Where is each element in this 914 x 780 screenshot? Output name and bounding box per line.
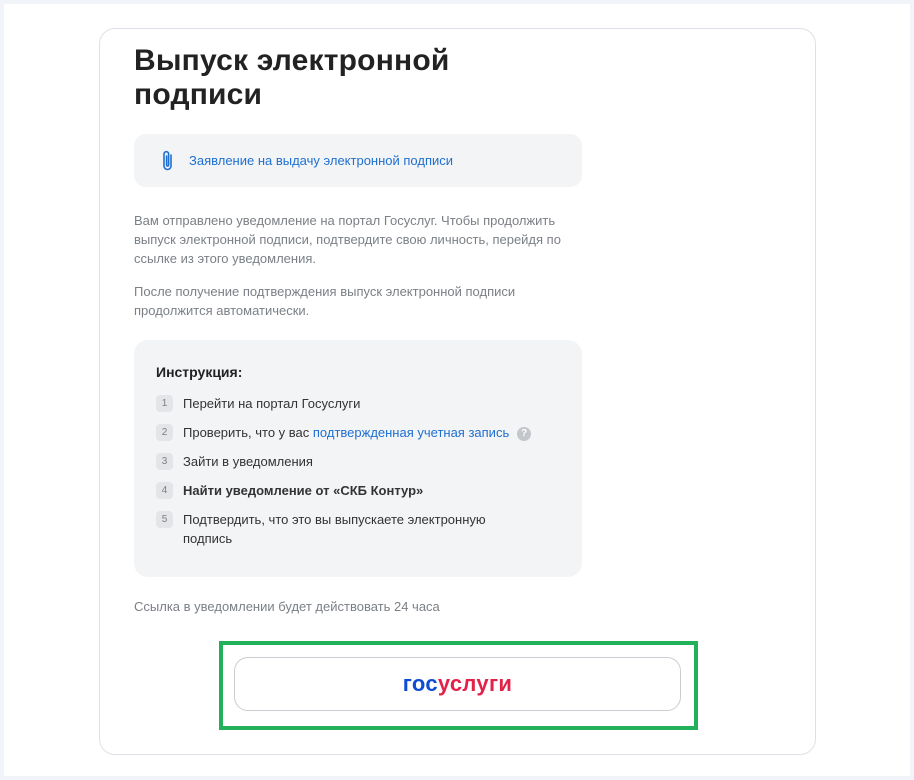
notification-text: Вам отправлено уведомление на портал Гос…: [134, 213, 561, 266]
content: Выпуск электронной подписи Заявление на …: [134, 44, 582, 614]
help-icon[interactable]: ?: [517, 427, 532, 441]
instructions-panel: Инструкция: 1 Перейти на портал Госуслуг…: [134, 340, 582, 577]
step-text: Найти уведомление от «СКБ Контур»: [183, 483, 424, 498]
instruction-step: 3 Зайти в уведомления: [156, 452, 560, 471]
step-text: Проверить, что у вас подтвержденная учет…: [183, 423, 532, 442]
instruction-step: 2 Проверить, что у вас подтвержденная уч…: [156, 423, 560, 442]
confirmation-text: После получение подтверждения выпуск эле…: [134, 284, 516, 318]
verified-account-link[interactable]: подтвержденная учетная запись: [313, 425, 509, 440]
gosuslugi-logo-gos: гос: [402, 671, 438, 696]
instruction-step: 4 Найти уведомление от «СКБ Контур»: [156, 481, 560, 500]
link-validity-note: Ссылка в уведомлении будет действовать 2…: [134, 599, 440, 614]
document-link-label[interactable]: Заявление на выдачу электронной подписи: [189, 153, 453, 168]
step-number: 1: [156, 395, 173, 412]
instructions-title: Инструкция:: [156, 364, 243, 380]
document-link[interactable]: Заявление на выдачу электронной подписи: [134, 134, 582, 187]
step-text: Зайти в уведомления: [183, 454, 313, 469]
step-text: Перейти на портал Госуслуги: [183, 396, 361, 411]
step-number: 2: [156, 424, 173, 441]
page-title: Выпуск электронной подписи: [134, 44, 450, 111]
instruction-step: 1 Перейти на портал Госуслуги: [156, 394, 560, 413]
step-text-prefix: Проверить, что у вас: [183, 425, 313, 440]
gosuslugi-logo: госуслуги: [403, 671, 513, 697]
step-number: 4: [156, 482, 173, 499]
gosuslugi-button[interactable]: госуслуги: [234, 657, 681, 711]
step-number: 5: [156, 511, 173, 528]
step-text: Подтвердить, что это вы выпускаете элект…: [183, 512, 486, 546]
gosuslugi-logo-uslugi: услуги: [437, 671, 513, 696]
step-number: 3: [156, 453, 173, 470]
instruction-step: 5 Подтвердить, что это вы выпускаете эле…: [156, 510, 560, 548]
paperclip-icon: [158, 149, 178, 173]
